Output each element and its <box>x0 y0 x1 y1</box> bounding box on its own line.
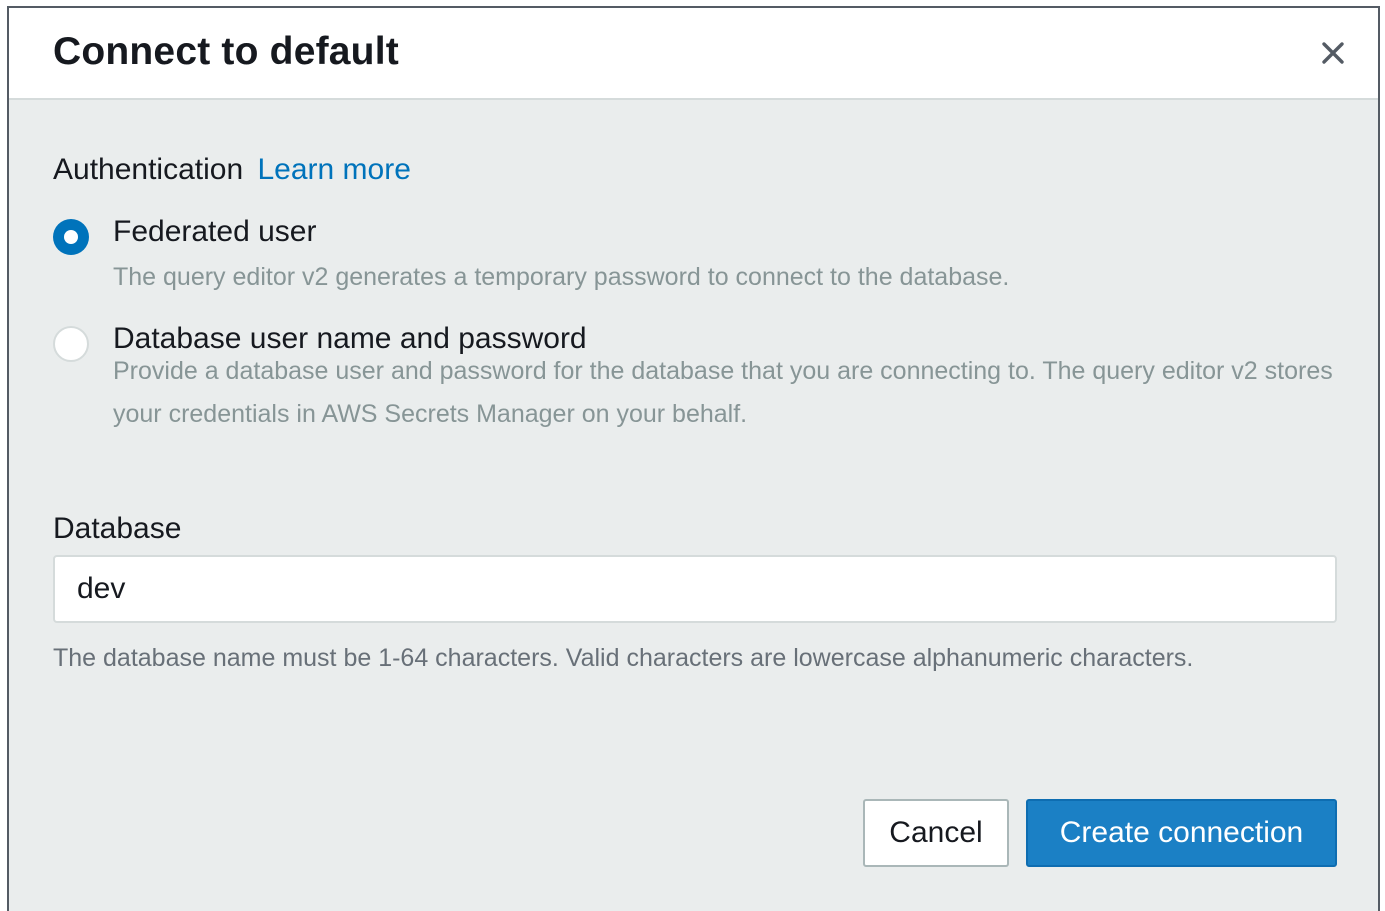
radio-button-federated-user[interactable] <box>53 219 89 255</box>
close-button[interactable] <box>1316 36 1350 70</box>
database-hint: The database name must be 1-64 character… <box>53 644 1194 672</box>
connect-dialog: Connect to default Authentication Learn … <box>7 6 1380 911</box>
database-input[interactable] <box>53 555 1337 623</box>
radio-description-database-user: Provide a database user and password for… <box>113 357 1333 428</box>
authentication-heading: Authentication Learn more <box>53 153 411 187</box>
radio-button-database-user[interactable] <box>53 326 89 362</box>
dialog-header: Connect to default <box>9 8 1378 100</box>
database-label: Database <box>53 512 182 545</box>
dialog-title: Connect to default <box>53 30 399 73</box>
learn-more-link[interactable]: Learn more <box>257 153 410 186</box>
create-connection-button[interactable]: Create connection <box>1026 799 1337 867</box>
radio-description-federated-user: The query editor v2 generates a temporar… <box>113 263 1010 291</box>
cancel-button[interactable]: Cancel <box>863 799 1009 867</box>
authentication-label: Authentication <box>53 153 244 186</box>
radio-label-federated-user: Federated user <box>113 215 317 248</box>
close-icon <box>1322 42 1344 64</box>
